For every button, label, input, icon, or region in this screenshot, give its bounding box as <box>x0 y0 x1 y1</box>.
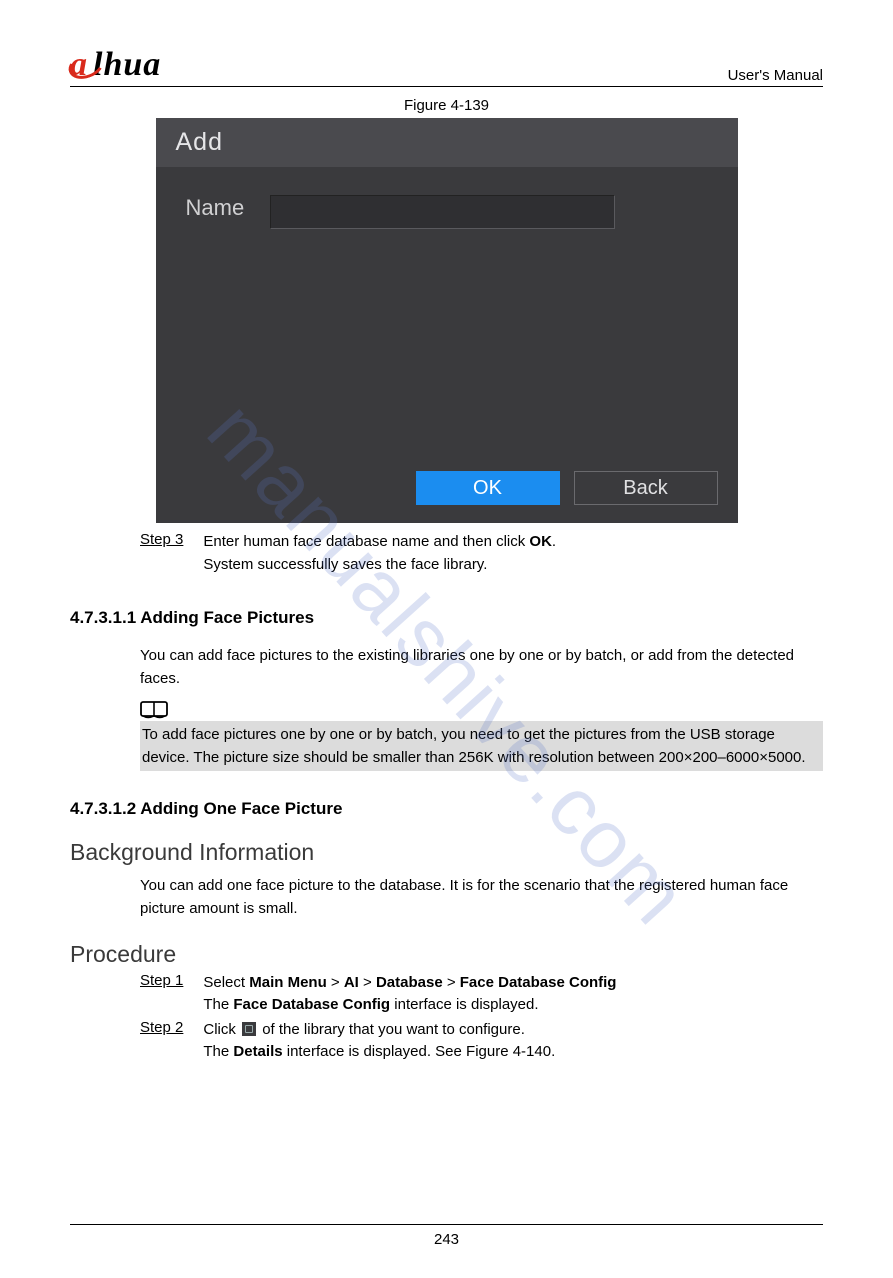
step3-line1-pre: Enter human face database name and then … <box>203 533 529 550</box>
section-47311-note: To add face pictures one by one or by ba… <box>140 721 823 772</box>
step3-line2: System successfully saves the face libra… <box>203 556 487 573</box>
background-info-para: You can add one face picture to the data… <box>70 874 823 921</box>
logo-a-mark: a <box>70 46 89 84</box>
s1-pre: Select <box>203 974 249 991</box>
step3-label: Step 3 <box>140 531 183 576</box>
s1-line2-bold: Face Database Config <box>233 996 390 1013</box>
proc-step1-body: Select Main Menu > AI > Database > Face … <box>203 972 823 1017</box>
s2-post: of the library that you want to configur… <box>258 1021 525 1038</box>
s2-line2-bold: Details <box>233 1043 282 1060</box>
dialog-footer: OK Back <box>156 457 738 523</box>
configure-icon <box>242 1022 256 1036</box>
step3-line1-bold: OK <box>529 533 552 550</box>
s1-b2: AI <box>344 974 359 991</box>
doc-title: User's Manual <box>728 67 823 84</box>
step3-row: Step 3 Enter human face database name an… <box>70 531 823 576</box>
note-icon <box>70 699 823 719</box>
back-button[interactable]: Back <box>574 471 718 505</box>
dialog-title: Add <box>156 118 738 167</box>
s1-sep3: > <box>443 974 460 991</box>
proc-step1-row: Step 1 Select Main Menu > AI > Database … <box>70 972 823 1017</box>
section-47311-para: You can add face pictures to the existin… <box>70 644 823 691</box>
proc-step2-row: Step 2 Click of the library that you wan… <box>70 1019 823 1064</box>
s1-b3: Database <box>376 974 443 991</box>
s2-line2-pre: The <box>203 1043 233 1060</box>
footer-rule <box>70 1224 823 1225</box>
s1-b4: Face Database Config <box>460 974 617 991</box>
proc-step1-label: Step 1 <box>140 972 183 1017</box>
ok-button[interactable]: OK <box>416 471 560 505</box>
s1-sep2: > <box>359 974 376 991</box>
figure-caption: Figure 4-139 <box>70 97 823 114</box>
s2-line2-post: interface is displayed. See Figure 4-140… <box>283 1043 556 1060</box>
section-47311-title: 4.7.3.1.1 Adding Face Pictures <box>70 608 823 628</box>
brand-logo: a lhua <box>70 46 161 84</box>
dialog-body: Name <box>156 167 738 457</box>
s1-line2-post: interface is displayed. <box>390 996 538 1013</box>
name-label: Name <box>186 195 245 221</box>
procedure-heading: Procedure <box>70 941 823 968</box>
name-input[interactable] <box>270 195 615 229</box>
page-header: a lhua User's Manual <box>70 46 823 87</box>
page-number: 243 <box>70 1231 823 1248</box>
s1-line2-pre: The <box>203 996 233 1013</box>
s1-b1: Main Menu <box>249 974 327 991</box>
proc-step2-label: Step 2 <box>140 1019 183 1064</box>
proc-step2-body: Click of the library that you want to co… <box>203 1019 823 1064</box>
step3-line1-post: . <box>552 533 556 550</box>
background-info-heading: Background Information <box>70 839 823 866</box>
step3-body: Enter human face database name and then … <box>203 531 823 576</box>
section-47312-title: 4.7.3.1.2 Adding One Face Picture <box>70 799 823 819</box>
s2-pre: Click <box>203 1021 240 1038</box>
s1-sep1: > <box>327 974 344 991</box>
add-dialog: Add Name OK Back <box>156 118 738 523</box>
